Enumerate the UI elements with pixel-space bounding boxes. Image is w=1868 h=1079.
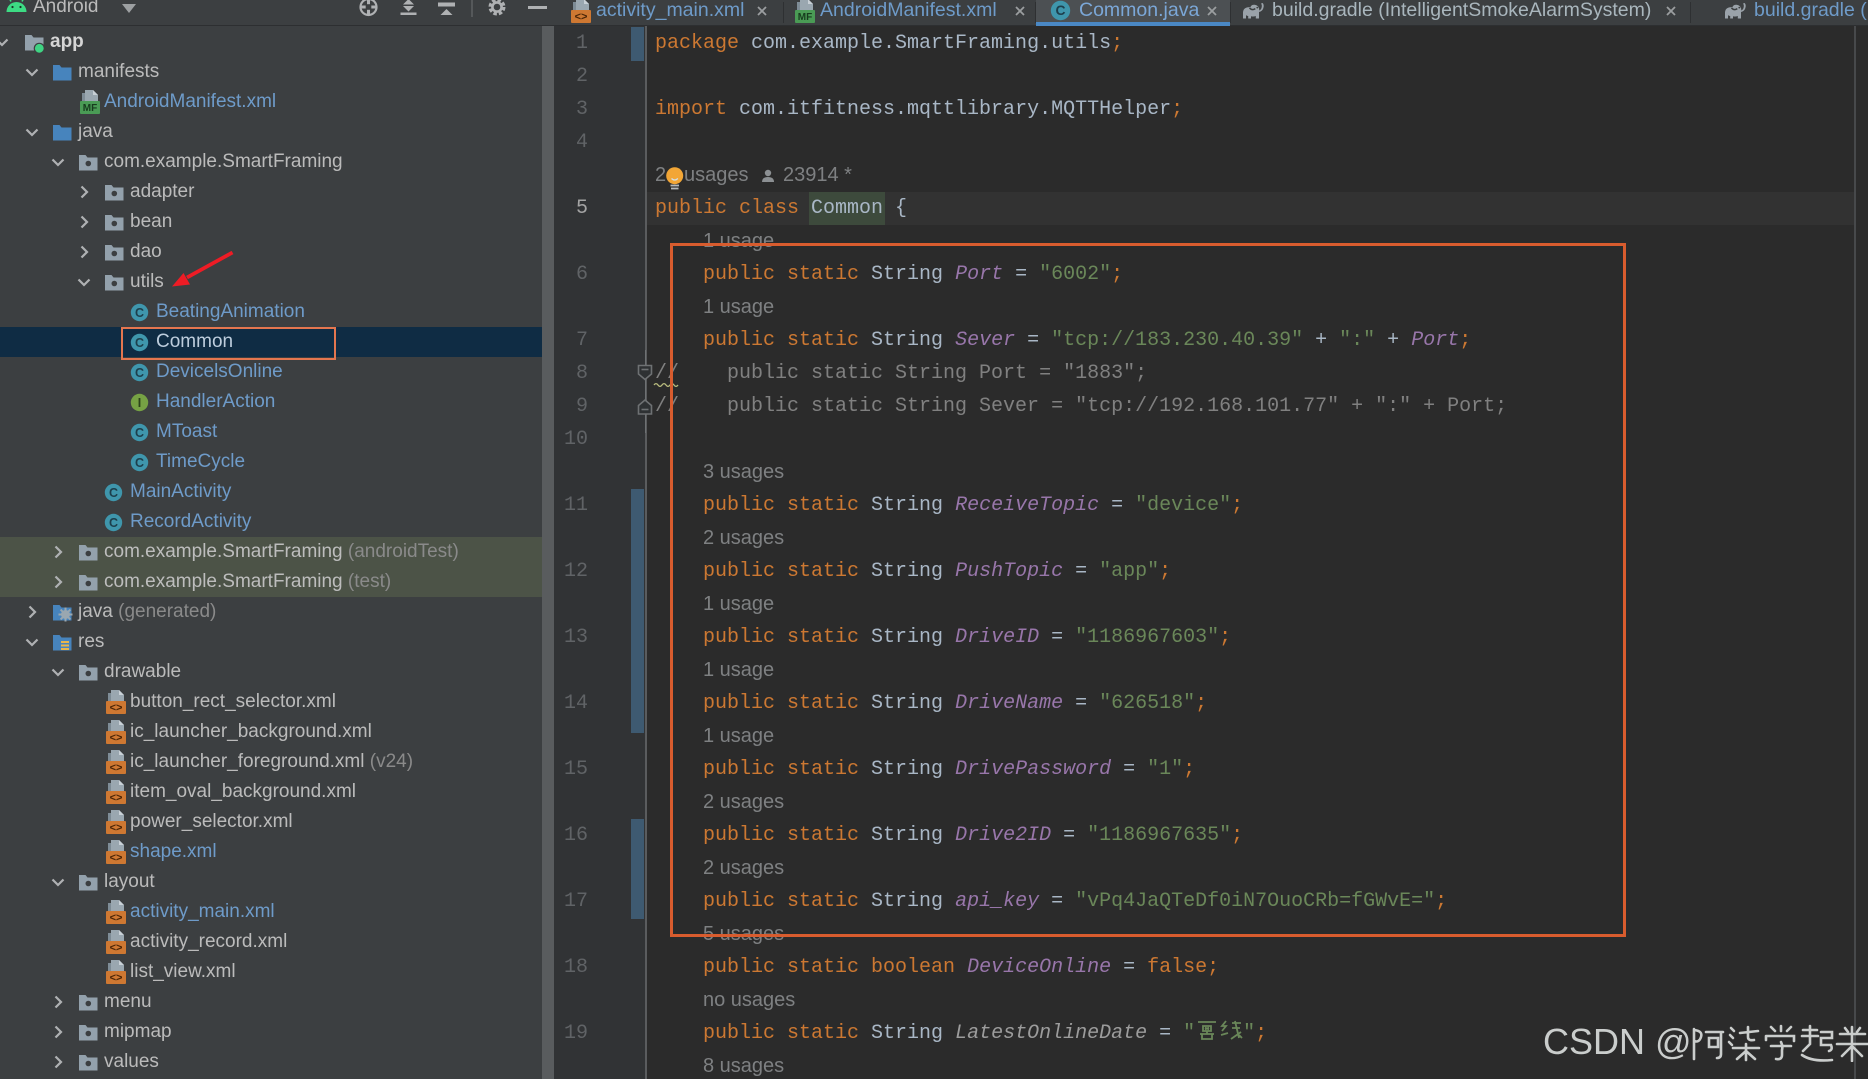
svg-text:C: C xyxy=(135,306,144,320)
svg-text:C: C xyxy=(109,516,118,530)
svg-text:C: C xyxy=(135,426,144,440)
svg-text:<>: <> xyxy=(110,792,123,804)
svg-text:C: C xyxy=(109,486,118,500)
svg-text:<>: <> xyxy=(110,972,123,984)
svg-text:<>: <> xyxy=(110,912,123,924)
svg-text:<>: <> xyxy=(110,702,123,714)
svg-text:I: I xyxy=(138,396,141,410)
svg-text:C: C xyxy=(135,366,144,380)
svg-text:<>: <> xyxy=(110,852,123,864)
svg-text:C: C xyxy=(1055,2,1065,18)
svg-text:<>: <> xyxy=(110,762,123,774)
svg-text:<>: <> xyxy=(110,732,123,744)
svg-text:<>: <> xyxy=(110,822,123,834)
svg-text:C: C xyxy=(135,456,144,470)
svg-text:<>: <> xyxy=(575,11,588,23)
svg-text:<>: <> xyxy=(110,942,123,954)
svg-text:MF: MF xyxy=(83,103,97,114)
svg-text:MF: MF xyxy=(798,12,812,23)
